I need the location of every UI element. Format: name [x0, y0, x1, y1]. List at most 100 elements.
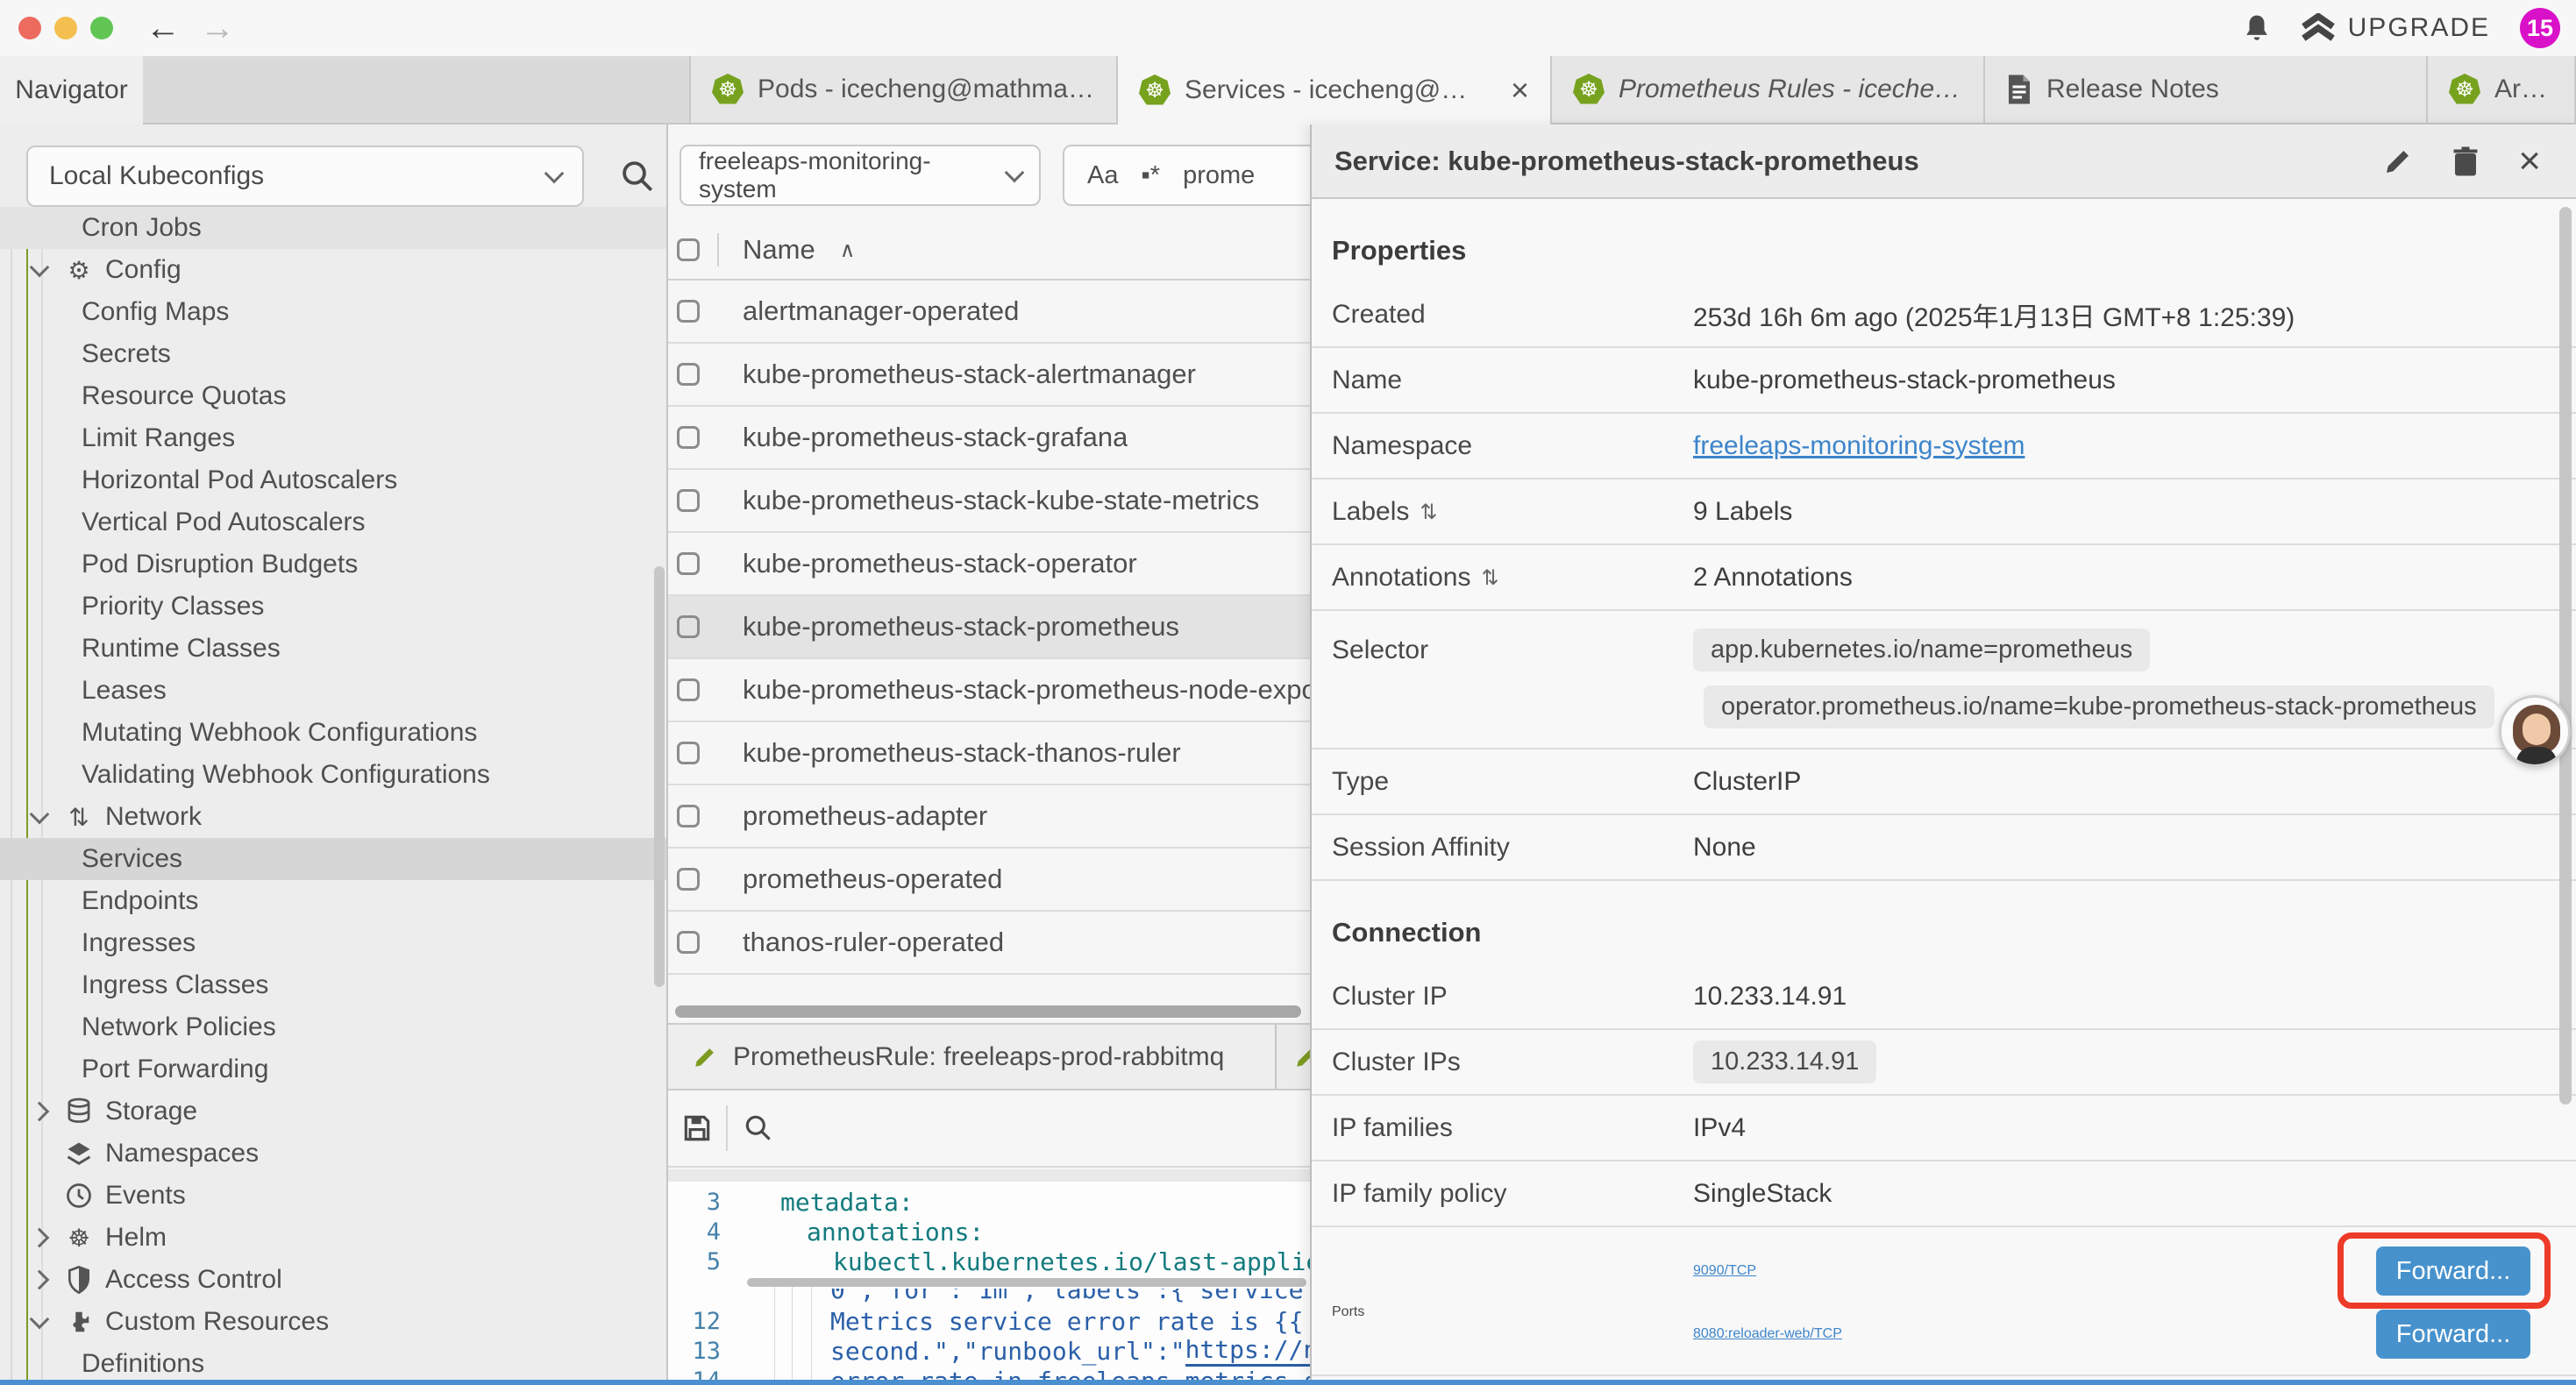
sidebar-scrollbar[interactable] [654, 566, 665, 987]
expand-sort-icon[interactable]: ⇅ [1420, 500, 1437, 524]
editor-tab-prometheusrule[interactable]: PrometheusRule: freeleaps-prod-rabbitmq [668, 1025, 1277, 1089]
window-close-light[interactable] [18, 17, 41, 39]
sidebar-item-events[interactable]: Events [0, 1175, 666, 1217]
table-row[interactable]: kube-prometheus-stack-thanos-ruler [668, 722, 1310, 785]
chevron-right-icon[interactable] [30, 1104, 49, 1119]
sidebar-item-access-control[interactable]: Access Control [0, 1259, 666, 1301]
chevron-right-icon[interactable] [30, 1273, 49, 1287]
navigator-search-icon[interactable] [619, 158, 656, 195]
sidebar-item-horizontal-pod-autoscalers[interactable]: Horizontal Pod Autoscalers [0, 459, 666, 501]
user-avatar[interactable] [2499, 695, 2571, 767]
tab-release-notes[interactable]: Release Notes [1985, 56, 2428, 123]
tab-pods[interactable]: ☸ Pods - icecheng@mathmas... [689, 56, 1118, 123]
sidebar-item-ingress-classes[interactable]: Ingress Classes [0, 964, 666, 1006]
sidebar-item-mutating-webhook-configurations[interactable]: Mutating Webhook Configurations [0, 712, 666, 754]
forward-button[interactable]: Forward... [2376, 1246, 2530, 1296]
row-checkbox[interactable] [677, 678, 700, 701]
sort-ascending-icon[interactable]: ∧ [840, 238, 856, 263]
window-zoom-light[interactable] [90, 17, 113, 39]
table-horizontal-scrollbar[interactable] [668, 1005, 1310, 1018]
chevron-down-icon[interactable] [30, 1318, 49, 1326]
sidebar-item-pod-disruption-budgets[interactable]: Pod Disruption Budgets [0, 543, 666, 586]
editor-tab-partial[interactable] [1277, 1025, 1310, 1089]
property-value[interactable]: 9 Labels [1693, 497, 2576, 527]
row-checkbox[interactable] [677, 931, 700, 954]
sidebar-item-network-policies[interactable]: Network Policies [0, 1006, 666, 1048]
row-checkbox[interactable] [677, 489, 700, 512]
table-row-selected[interactable]: kube-prometheus-stack-prometheus [668, 596, 1310, 659]
chevron-down-icon[interactable] [30, 266, 49, 274]
close-icon[interactable]: × [2518, 142, 2541, 181]
sidebar-item-network[interactable]: ⇅ Network [0, 796, 666, 838]
sidebar-item-endpoints[interactable]: Endpoints [0, 880, 666, 922]
table-row[interactable]: alertmanager-operated [668, 281, 1310, 344]
back-button[interactable]: ← [146, 5, 181, 51]
table-row[interactable]: kube-prometheus-stack-alertmanager [668, 344, 1310, 407]
window-minimize-light[interactable] [54, 17, 77, 39]
sidebar-item-namespaces[interactable]: Namespaces [0, 1133, 666, 1175]
delete-trash-icon[interactable] [2451, 146, 2480, 177]
kubeconfig-select[interactable]: Local Kubeconfigs [26, 146, 584, 207]
namespace-select[interactable]: freeleaps-monitoring-system [680, 145, 1041, 206]
row-checkbox[interactable] [677, 426, 700, 449]
row-checkbox[interactable] [677, 742, 700, 764]
resource-search-input[interactable]: Aa ▪* prome [1063, 145, 1310, 206]
upgrade-button[interactable]: UPGRADE [2301, 13, 2490, 43]
table-row[interactable]: prometheus-adapter [668, 785, 1310, 849]
sidebar-item-ingresses[interactable]: Ingresses [0, 922, 666, 964]
tab-close-icon[interactable]: × [1511, 72, 1529, 109]
sidebar-item-cron-jobs[interactable]: Cron Jobs [0, 207, 666, 249]
navigator-panel-tab[interactable]: Navigator [0, 56, 143, 124]
row-checkbox[interactable] [677, 552, 700, 575]
namespace-link[interactable]: freeleaps-monitoring-system [1693, 431, 2025, 460]
sidebar-item-secrets[interactable]: Secrets [0, 333, 666, 375]
property-value[interactable]: 2 Annotations [1693, 563, 2576, 593]
sidebar-item-helm[interactable]: ☸ Helm [0, 1217, 666, 1259]
port-link[interactable]: 9090/TCP [1693, 1263, 1756, 1279]
sidebar-item-priority-classes[interactable]: Priority Classes [0, 586, 666, 628]
sidebar-item-validating-webhook-configurations[interactable]: Validating Webhook Configurations [0, 754, 666, 796]
table-row[interactable]: kube-prometheus-stack-prometheus-node-ex… [668, 659, 1310, 722]
yaml-editor[interactable]: 3 metadata: 4 annotations: 5 kubectl.kub… [668, 1182, 1310, 1380]
editor-search-icon[interactable] [742, 1112, 775, 1145]
sidebar-item-services[interactable]: Services [0, 838, 666, 880]
tab-services[interactable]: ☸ Services - icecheng@math... × [1118, 56, 1552, 124]
tab-argo[interactable]: ☸ Argo Se [2428, 56, 2576, 123]
sidebar-item-definitions[interactable]: Definitions [0, 1343, 666, 1380]
regex-icon[interactable]: ▪* [1141, 161, 1160, 190]
sidebar-item-config[interactable]: ⚙ Config [0, 249, 666, 291]
edit-pencil-icon[interactable] [2383, 146, 2413, 176]
table-row[interactable]: kube-prometheus-stack-grafana [668, 407, 1310, 470]
row-checkbox[interactable] [677, 615, 700, 638]
table-row[interactable]: thanos-ruler-operated [668, 912, 1310, 975]
notifications-bell-icon[interactable] [2243, 13, 2271, 43]
sidebar-item-config-maps[interactable]: Config Maps [0, 291, 666, 333]
sidebar-item-runtime-classes[interactable]: Runtime Classes [0, 628, 666, 670]
forward-button[interactable]: Forward... [2376, 1310, 2530, 1359]
match-case-icon[interactable]: Aa [1087, 161, 1118, 190]
sidebar-item-port-forwarding[interactable]: Port Forwarding [0, 1048, 666, 1090]
table-row[interactable]: kube-prometheus-stack-kube-state-metrics [668, 470, 1310, 533]
tab-prometheus-rules[interactable]: ☸ Prometheus Rules - icecheng... [1552, 56, 1985, 123]
chevron-right-icon[interactable] [30, 1231, 49, 1245]
row-checkbox[interactable] [677, 805, 700, 827]
column-header-name[interactable]: Name [743, 234, 815, 266]
chevron-down-icon[interactable] [30, 813, 49, 821]
port-link[interactable]: 8080:reloader-web/TCP [1693, 1326, 1842, 1342]
table-row[interactable]: kube-prometheus-stack-operator [668, 533, 1310, 596]
row-checkbox[interactable] [677, 363, 700, 386]
save-icon[interactable] [680, 1112, 714, 1145]
details-scrollbar[interactable] [2559, 207, 2572, 1104]
table-row[interactable]: prometheus-operated [668, 849, 1310, 912]
notification-count-badge[interactable]: 15 [2520, 8, 2560, 48]
sidebar-item-custom-resources[interactable]: Custom Resources [0, 1301, 666, 1343]
editor-horizontal-scrollbar[interactable] [668, 1278, 1310, 1289]
forward-button[interactable]: → [200, 5, 235, 51]
sidebar-item-storage[interactable]: Storage [0, 1090, 666, 1133]
sidebar-item-limit-ranges[interactable]: Limit Ranges [0, 417, 666, 459]
sidebar-item-leases[interactable]: Leases [0, 670, 666, 712]
select-all-checkbox[interactable] [677, 238, 700, 261]
expand-sort-icon[interactable]: ⇅ [1481, 565, 1498, 590]
sidebar-item-vertical-pod-autoscalers[interactable]: Vertical Pod Autoscalers [0, 501, 666, 543]
row-checkbox[interactable] [677, 300, 700, 323]
